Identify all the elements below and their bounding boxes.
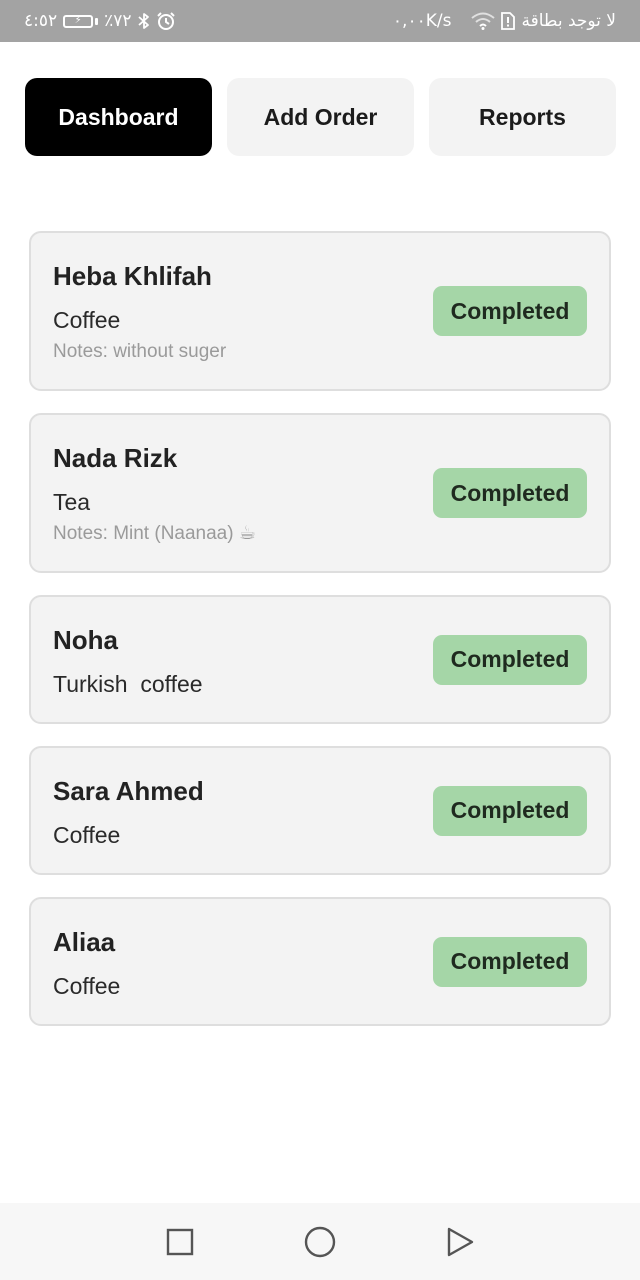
carrier-text: لا توجد بطاقة [521,11,616,31]
status-badge: Completed [433,286,587,336]
bluetooth-icon [137,12,150,30]
order-notes: Notes: without suger [53,341,227,362]
network-speed: ٠,٠٠K/s [392,11,452,31]
alarm-icon [156,11,176,31]
home-circle-icon[interactable] [300,1222,340,1262]
order-notes: Notes: Mint (Naanaa) ☕ [53,523,256,544]
battery-charging-icon: ⚡ [63,14,99,28]
clock: ٤:٥٢ [24,11,58,31]
battery-percent: ٪٧٢ [104,11,132,31]
order-card[interactable]: Aliaa Coffee Completed [29,897,611,1026]
recents-square-icon[interactable] [160,1222,200,1262]
tab-add-order[interactable]: Add Order [227,78,414,156]
status-bar-right: ٠,٠٠K/s لا توجد بطاقة [393,11,616,31]
system-nav-bar [0,1203,640,1280]
status-bar-left: ٤:٥٢ ⚡ ٪٧٢ [24,11,176,31]
tab-reports[interactable]: Reports [429,78,616,156]
no-sim-icon [501,12,516,30]
back-triangle-icon[interactable] [440,1222,480,1262]
order-card[interactable]: Sara Ahmed Coffee Completed [29,746,611,875]
order-card[interactable]: Heba Khlifah Coffee Notes: without suger… [29,231,611,391]
tab-dashboard[interactable]: Dashboard [25,78,212,156]
order-card[interactable]: Nada Rizk Tea Notes: Mint (Naanaa) ☕ Com… [29,413,611,573]
wifi-icon [471,12,496,30]
status-bar: ٤:٥٢ ⚡ ٪٧٢ ٠,٠٠K/s لا توجد بطاقة [0,0,640,42]
status-badge: Completed [433,634,587,685]
status-badge: Completed [433,936,587,987]
order-card[interactable]: Noha Turkish coffee Completed [29,595,611,724]
top-tabs: Dashboard Add Order Reports [25,78,616,156]
status-badge: Completed [433,785,587,836]
orders-list: Heba Khlifah Coffee Notes: without suger… [29,231,611,1026]
status-badge: Completed [433,468,587,518]
